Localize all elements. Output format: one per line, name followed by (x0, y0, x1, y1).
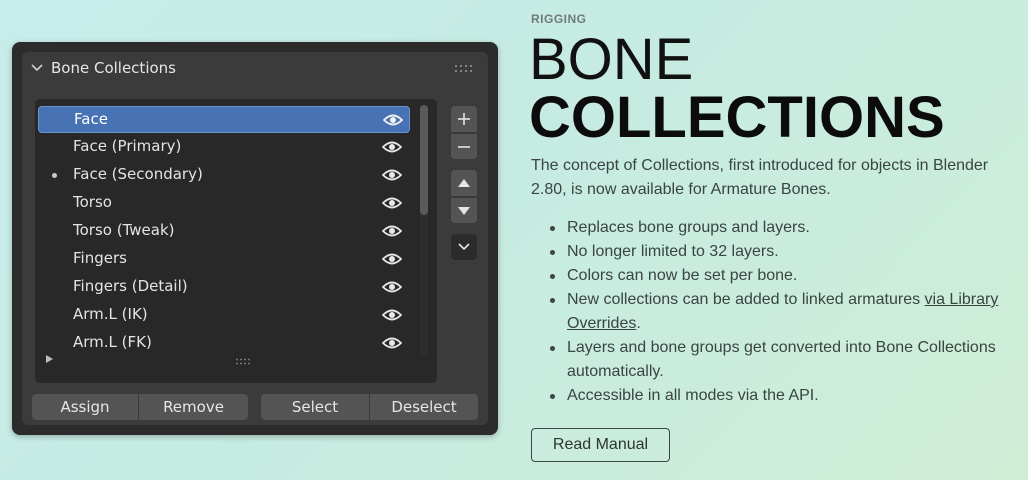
bone-collections-panel: Bone Collections Face Face (Primary) Fac… (12, 42, 498, 435)
list-item[interactable]: Arm.L (IK) (38, 302, 410, 329)
collection-label: Fingers (73, 249, 127, 267)
list-item-suffix: . (636, 315, 641, 332)
assign-button[interactable]: Assign (32, 394, 139, 420)
list-item[interactable]: Torso (38, 190, 410, 217)
category-label: RIGGING (531, 12, 587, 26)
list-item[interactable]: Face (Primary) (38, 134, 410, 161)
remove-button[interactable]: Remove (139, 394, 248, 420)
list-item[interactable]: Fingers (38, 246, 410, 273)
eye-icon[interactable] (382, 336, 402, 350)
eye-icon[interactable] (382, 224, 402, 238)
list-item: No longer limited to 32 layers. (531, 240, 1021, 264)
chevron-down-icon[interactable] (30, 61, 44, 75)
panel-body: Bone Collections Face Face (Primary) Fac… (22, 52, 488, 425)
collection-label: Face (74, 110, 108, 128)
eye-icon[interactable] (382, 140, 402, 154)
panel-header[interactable]: Bone Collections (22, 52, 488, 84)
resize-grip-icon[interactable] (235, 358, 253, 365)
select-button[interactable]: Select (261, 394, 370, 420)
list-item[interactable]: Arm.L (FK) (38, 330, 410, 357)
title-line-2: COLLECTIONS (529, 85, 945, 150)
list-item: Colors can now be set per bone. (531, 264, 1021, 288)
move-up-icon (458, 179, 470, 187)
panel-title: Bone Collections (51, 59, 176, 77)
move-up-button[interactable] (451, 170, 477, 196)
collections-list[interactable]: Face Face (Primary) Face (Secondary) Tor… (35, 99, 437, 383)
chevron-down-icon (458, 243, 470, 251)
list-item[interactable]: Fingers (Detail) (38, 274, 410, 301)
collection-label: Face (Primary) (73, 137, 182, 155)
collection-label: Face (Secondary) (73, 165, 203, 183)
eye-icon[interactable] (382, 308, 402, 322)
list-item: Layers and bone groups get converted int… (531, 336, 1021, 384)
expand-triangle-icon[interactable] (44, 354, 54, 364)
list-item[interactable]: Face (Secondary) (38, 162, 410, 189)
eye-icon[interactable] (382, 252, 402, 266)
intro-text: The concept of Collections, first introd… (531, 157, 989, 198)
feature-list: Replaces bone groups and layers. No long… (531, 216, 1021, 408)
collection-label: Torso (Tweak) (73, 221, 175, 239)
list-item: New collections can be added to linked a… (531, 288, 1021, 336)
deselect-button[interactable]: Deselect (370, 394, 478, 420)
collection-label: Arm.L (FK) (73, 333, 152, 351)
read-manual-button[interactable]: Read Manual (531, 428, 670, 462)
specials-menu-button[interactable] (451, 234, 477, 260)
title-line-1: BONE (529, 27, 694, 92)
collection-label: Arm.L (IK) (73, 305, 148, 323)
remove-collection-button[interactable] (451, 133, 477, 159)
plus-icon (458, 113, 470, 125)
scrollbar-thumb[interactable] (420, 105, 428, 215)
eye-icon[interactable] (382, 168, 402, 182)
list-item: Accessible in all modes via the API. (531, 384, 1021, 408)
add-collection-button[interactable] (451, 106, 477, 132)
list-item[interactable]: Face (38, 106, 410, 133)
select-deselect-group: Select Deselect (261, 394, 478, 420)
eye-icon[interactable] (383, 113, 403, 127)
eye-icon[interactable] (382, 280, 402, 294)
list-item-text: New collections can be added to linked a… (567, 291, 925, 308)
collection-label: Fingers (Detail) (73, 277, 188, 295)
assign-remove-group: Assign Remove (32, 394, 248, 420)
assigned-dot-icon (52, 173, 57, 178)
list-item: Replaces bone groups and layers. (531, 216, 1021, 240)
move-down-icon (458, 206, 470, 215)
drag-handle-icon[interactable] (454, 64, 474, 74)
minus-icon (458, 145, 470, 148)
list-item[interactable]: Torso (Tweak) (38, 218, 410, 245)
move-down-button[interactable] (451, 197, 477, 223)
collection-label: Torso (73, 193, 112, 211)
eye-icon[interactable] (382, 196, 402, 210)
